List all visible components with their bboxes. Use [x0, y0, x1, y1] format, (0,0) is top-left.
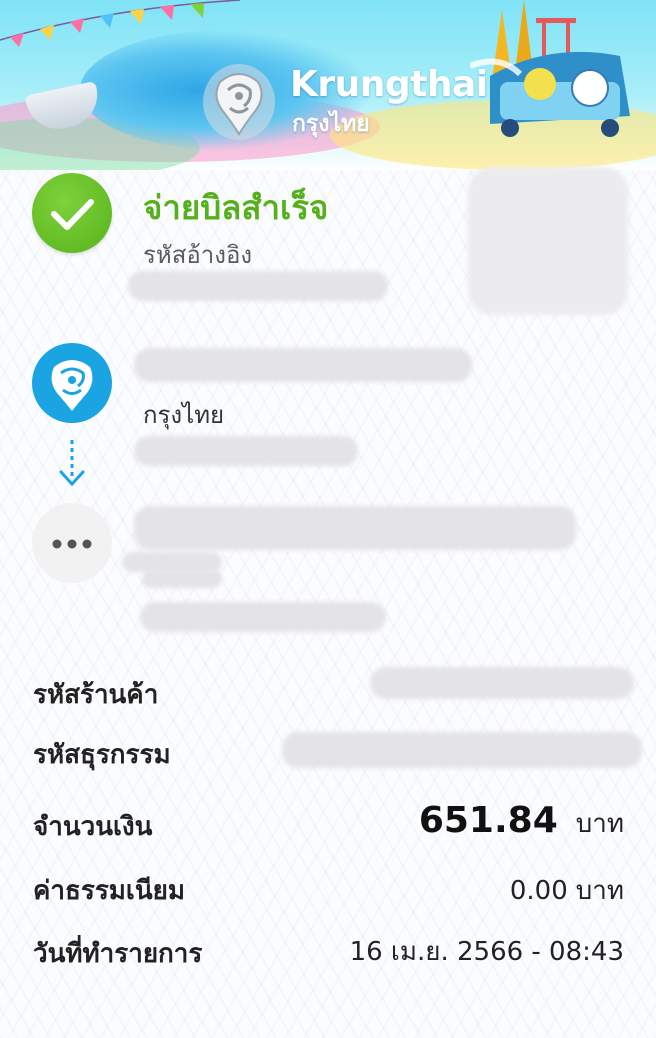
payment-success-title: จ่ายบิลสำเร็จ [143, 188, 329, 227]
redacted-receiver-name-2 [122, 552, 222, 572]
amount-unit: บาท [575, 809, 624, 839]
sender-bank-logo [32, 343, 112, 423]
merchant-id-label: รหัสร้านค้า [33, 680, 159, 710]
arrow-down-icon [59, 440, 85, 487]
redacted-receiver-account [140, 602, 386, 632]
brand-name-thai: กรุงไทย [292, 111, 370, 137]
reference-label: รหัสอ้างอิง [143, 241, 253, 269]
festival-banner: Krungthai กรุงไทย [0, 0, 656, 170]
transaction-date-label: วันที่ทำรายการ [33, 939, 203, 969]
redacted-sender-account [134, 436, 358, 466]
redacted-receiver-name [134, 506, 576, 550]
sender-bank-name: กรุงไทย [143, 401, 225, 429]
amount-display: 651.84 บาท [419, 800, 624, 844]
krungthai-logo-icon [51, 360, 93, 411]
fee-value: 0.00 [509, 876, 568, 906]
success-check-badge [32, 173, 112, 253]
transaction-id-label: รหัสธุรกรรม [33, 740, 171, 770]
checkmark-icon [51, 199, 94, 230]
tuktuk-cartoon-icon [470, 51, 630, 137]
redacted-reference-number [128, 271, 388, 301]
pennant-flags-icon [0, 0, 240, 47]
fee-unit: บาท [575, 876, 624, 906]
redacted-merchant-id [370, 667, 634, 699]
amount-value: 651.84 [418, 800, 558, 841]
redacted-sender-name [134, 348, 472, 382]
transaction-date-value: 16 เม.ย. 2566 - 08:43 [349, 937, 624, 967]
redacted-transaction-id [282, 732, 642, 768]
more-dots-icon [52, 539, 92, 549]
fee-display: 0.00 บาท [510, 870, 624, 911]
redacted-qr-area [468, 167, 628, 315]
krungthai-phoenix-logo-icon [203, 64, 275, 140]
redacted-receiver-name-3 [142, 570, 222, 588]
fee-label: ค่าธรรมเนียม [33, 876, 185, 906]
amount-label: จำนวนเงิน [33, 812, 153, 842]
brand-name-english: Krungthai [290, 64, 488, 105]
